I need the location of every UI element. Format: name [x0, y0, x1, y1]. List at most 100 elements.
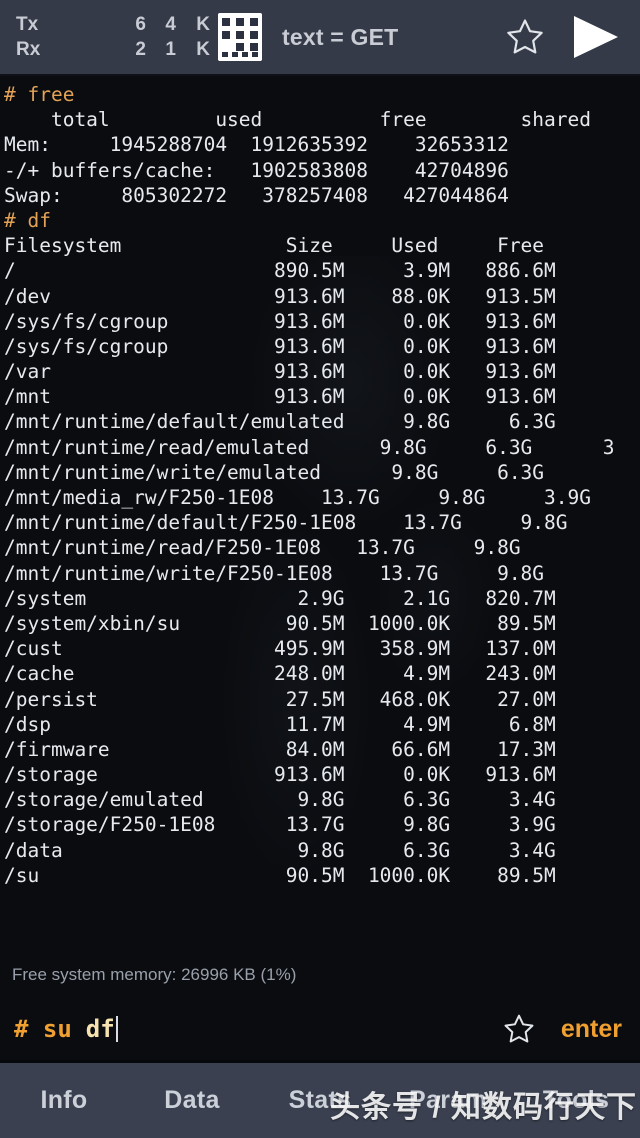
rx-rate: 1: [165, 39, 176, 60]
favorite-star-button[interactable]: [500, 12, 550, 62]
terminal-output-text: /cust 495.9M 358.9M 137.0M: [4, 637, 591, 661]
tx-rate: 4: [165, 13, 176, 35]
text-cursor: [115, 1016, 118, 1042]
terminal-output-text: /firmware 84.0M 66.6M 17.3M: [4, 737, 591, 761]
mode-label: text = GET: [282, 23, 399, 50]
rx-count: 2: [135, 39, 146, 60]
terminal-line: /mnt/runtime/default/F250-1E08 13.7G 9.8…: [4, 510, 640, 535]
bottom-tab-bar: Info Data Stats Param Tools: [0, 1060, 640, 1138]
terminal-lines: # free total used free shared bu Mem: 194…: [4, 82, 640, 888]
terminal-output-text: Mem: 1945288704 1912635392 32653312: [4, 133, 591, 157]
tx-rx-counters: Tx 6 4 K Rx 2 1 K: [16, 12, 210, 62]
rx-label: Rx: [16, 39, 41, 60]
command-input[interactable]: df: [86, 1015, 118, 1043]
rx-rate-unit: K: [196, 39, 210, 60]
terminal-output-text: /mnt/runtime/default/emulated 9.8G 6.3G: [4, 410, 556, 434]
terminal-line: /system 2.9G 2.1G 820.7M: [4, 586, 640, 611]
enter-button[interactable]: enter: [561, 1015, 622, 1044]
terminal-line: /sys/fs/cgroup 913.6M 0.0K 913.6M: [4, 309, 640, 334]
terminal-prompt-marker: #: [4, 208, 28, 232]
terminal-line: /mnt/runtime/default/emulated 9.8G 6.3G: [4, 409, 640, 434]
terminal-line: /cache 248.0M 4.9M 243.0M: [4, 661, 640, 686]
terminal-output-text: /mnt/media_rw/F250-1E08 13.7G 9.8G 3.9G: [4, 486, 591, 509]
tx-count: 6: [135, 13, 146, 35]
terminal-output-text: /sys/fs/cgroup 913.6M 0.0K 913.6M: [4, 334, 591, 358]
terminal-output-text: /storage 913.6M 0.0K 913.6M: [4, 763, 591, 787]
terminal-command-text: free: [27, 83, 75, 106]
terminal-line: Filesystem Size Used Free: [4, 233, 640, 258]
terminal-output-text: / 890.5M 3.9M 886.6M: [4, 259, 591, 283]
terminal-output-text: /storage/F250-1E08 13.7G 9.8G 3.9G: [4, 813, 591, 837]
terminal-prompt-marker: #: [4, 83, 28, 106]
terminal-output-text: /system/xbin/su 90.5M 1000.0K 89.5M: [4, 611, 591, 635]
terminal-output-text: /dsp 11.7M 4.9M 6.8M: [4, 712, 591, 736]
terminal-line: Mem: 1945288704 1912635392 32653312: [4, 132, 640, 157]
terminal-line: /cust 495.9M 358.9M 137.0M: [4, 636, 640, 661]
terminal-output-text: -/+ buffers/cache: 1902583808 42704896: [4, 158, 509, 182]
terminal-output-text: /mnt/runtime/write/F250-1E08 13.7G 9.8G: [4, 561, 545, 585]
star-outline-icon: [504, 1014, 534, 1043]
tab-info[interactable]: Info: [0, 1086, 128, 1115]
terminal-line: # df: [4, 208, 640, 233]
terminal-line: / 890.5M 3.9M 886.6M: [4, 258, 640, 283]
terminal-line: /mnt/media_rw/F250-1E08 13.7G 9.8G 3.9G: [4, 485, 640, 510]
command-input-row[interactable]: # su df enter: [0, 998, 640, 1060]
terminal-app-screen: Tx 6 4 K Rx 2 1 K text = GET # free tota…: [0, 0, 640, 1138]
star-outline-icon: [507, 19, 543, 54]
terminal-output-text: /data 9.8G 6.3G 3.4G: [4, 838, 591, 862]
terminal-line: # free: [4, 82, 640, 107]
terminal-line: total used free shared bu: [4, 107, 640, 132]
terminal-line: /su 90.5M 1000.0K 89.5M: [4, 863, 640, 888]
terminal-line: /data 9.8G 6.3G 3.4G: [4, 838, 640, 863]
free-memory-status: Free system memory: 26996 KB (1%): [0, 952, 640, 998]
save-favorite-button[interactable]: [499, 1009, 539, 1049]
terminal-output-text: Filesystem Size Used Free: [4, 234, 591, 258]
tx-row: Tx 6 4 K: [16, 12, 210, 37]
terminal-output-text: /mnt/runtime/read/emulated 9.8G 6.3G 3: [4, 435, 615, 459]
terminal-output-text: /persist 27.5M 468.0K 27.0M: [4, 687, 591, 711]
terminal-line: /storage/F250-1E08 13.7G 9.8G 3.9G: [4, 812, 640, 837]
terminal-output-text: /mnt/runtime/default/F250-1E08 13.7G 9.8…: [4, 511, 568, 535]
run-command-button[interactable]: [562, 9, 626, 65]
terminal-line: /dsp 11.7M 4.9M 6.8M: [4, 712, 640, 737]
terminal-line: /mnt 913.6M 0.0K 913.6M: [4, 384, 640, 409]
terminal-output-text: /storage/emulated 9.8G 6.3G 3.4G: [4, 788, 591, 812]
terminal-output-area[interactable]: # free total used free shared bu Mem: 194…: [0, 76, 640, 952]
terminal-output-text: /cache 248.0M 4.9M 243.0M: [4, 662, 591, 686]
tab-stats[interactable]: Stats: [256, 1086, 384, 1115]
terminal-output-text: Swap: 805302272 378257408 427044864: [4, 183, 509, 207]
terminal-output-text: /system 2.9G 2.1G 820.7M: [4, 586, 591, 610]
tab-tools[interactable]: Tools: [512, 1086, 640, 1115]
tab-data[interactable]: Data: [128, 1086, 256, 1115]
terminal-command-text: df: [27, 208, 51, 232]
terminal-line: /mnt/runtime/write/emulated 9.8G 6.3G: [4, 460, 640, 485]
terminal-output-text: /var 913.6M 0.0K 913.6M: [4, 360, 591, 384]
terminal-line: /var 913.6M 0.0K 913.6M: [4, 359, 640, 384]
terminal-line: /system/xbin/su 90.5M 1000.0K 89.5M: [4, 611, 640, 636]
terminal-line: /sys/fs/cgroup 913.6M 0.0K 913.6M: [4, 334, 640, 359]
terminal-output-text: /mnt 913.6M 0.0K 913.6M: [4, 385, 591, 409]
tab-param[interactable]: Param: [384, 1086, 512, 1115]
command-prompt: # su: [14, 1015, 72, 1043]
tx-rate-unit: K: [196, 13, 210, 35]
top-status-bar: Tx 6 4 K Rx 2 1 K text = GET: [0, 0, 640, 76]
terminal-line: Swap: 805302272 378257408 427044864: [4, 183, 640, 208]
terminal-line: /persist 27.5M 468.0K 27.0M: [4, 687, 640, 712]
terminal-line: /storage/emulated 9.8G 6.3G 3.4G: [4, 787, 640, 812]
terminal-output-text: total used free shared bu: [4, 108, 640, 132]
rx-row: Rx 2 1 K: [16, 37, 210, 62]
terminal-line: /mnt/runtime/read/F250-1E08 13.7G 9.8G: [4, 535, 640, 560]
tx-label: Tx: [16, 13, 39, 35]
matrix-grid-icon[interactable]: [218, 13, 262, 61]
terminal-line: /mnt/runtime/read/emulated 9.8G 6.3G 3: [4, 435, 640, 460]
terminal-output-text: /sys/fs/cgroup 913.6M 0.0K 913.6M: [4, 309, 591, 333]
play-icon: [574, 16, 618, 58]
terminal-output-text: /mnt/runtime/read/F250-1E08 13.7G 9.8G: [4, 536, 521, 560]
terminal-output-text: /mnt/runtime/write/emulated 9.8G 6.3G: [4, 460, 545, 484]
terminal-output-text: /su 90.5M 1000.0K 89.5M: [4, 863, 591, 887]
terminal-line: /firmware 84.0M 66.6M 17.3M: [4, 737, 640, 762]
terminal-line: -/+ buffers/cache: 1902583808 42704896: [4, 158, 640, 183]
command-input-value: df: [85, 1015, 115, 1043]
terminal-line: /dev 913.6M 88.0K 913.5M: [4, 284, 640, 309]
terminal-output-text: /dev 913.6M 88.0K 913.5M: [4, 284, 591, 308]
